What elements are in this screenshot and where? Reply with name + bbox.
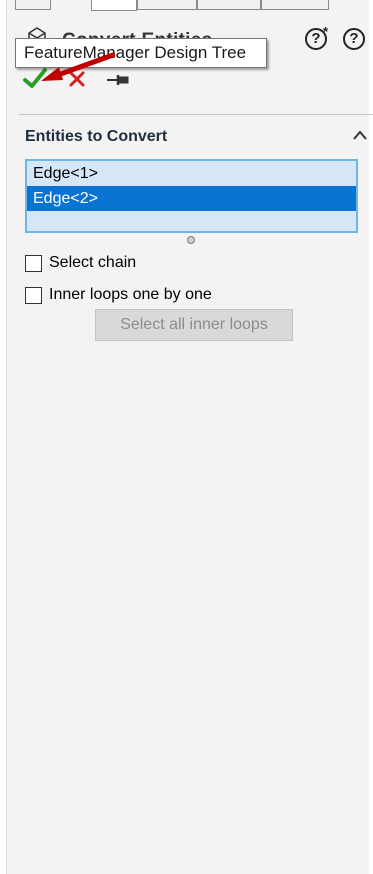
- divider: [19, 114, 373, 115]
- tab-display-manager[interactable]: [261, 0, 329, 10]
- list-item-edge-2[interactable]: Edge<2>: [27, 186, 356, 211]
- property-manager-panel: Convert Entities ? * ? FeatureManager De…: [6, 0, 373, 874]
- red-arrow-annotation-icon: [41, 52, 115, 81]
- manager-tabs: [15, 0, 335, 11]
- tab-dimxpert-manager[interactable]: [197, 0, 261, 10]
- entities-listbox[interactable]: Edge<1> Edge<2>: [25, 159, 358, 233]
- tab-configuration-manager[interactable]: [137, 0, 197, 10]
- tab-feature-manager[interactable]: [15, 0, 51, 10]
- select-chain-checkbox[interactable]: [25, 254, 42, 272]
- select-chain-label: Select chain: [49, 254, 137, 271]
- inner-loops-checkbox[interactable]: [25, 286, 42, 304]
- list-item-edge-1[interactable]: Edge<1>: [27, 161, 356, 186]
- whats-new-star-icon: *: [323, 24, 329, 39]
- inner-loops-label: Inner loops one by one: [49, 286, 212, 303]
- help-button[interactable]: ?: [343, 28, 365, 50]
- tab-property-manager[interactable]: [91, 0, 137, 11]
- section-title: Entities to Convert: [25, 128, 168, 145]
- listbox-resize-handle[interactable]: [187, 236, 195, 244]
- inner-loops-option[interactable]: Inner loops one by one: [25, 285, 212, 305]
- select-all-inner-loops-button[interactable]: Select all inner loops: [95, 309, 293, 341]
- select-chain-option[interactable]: Select chain: [25, 253, 136, 273]
- chevron-up-icon[interactable]: [352, 129, 368, 141]
